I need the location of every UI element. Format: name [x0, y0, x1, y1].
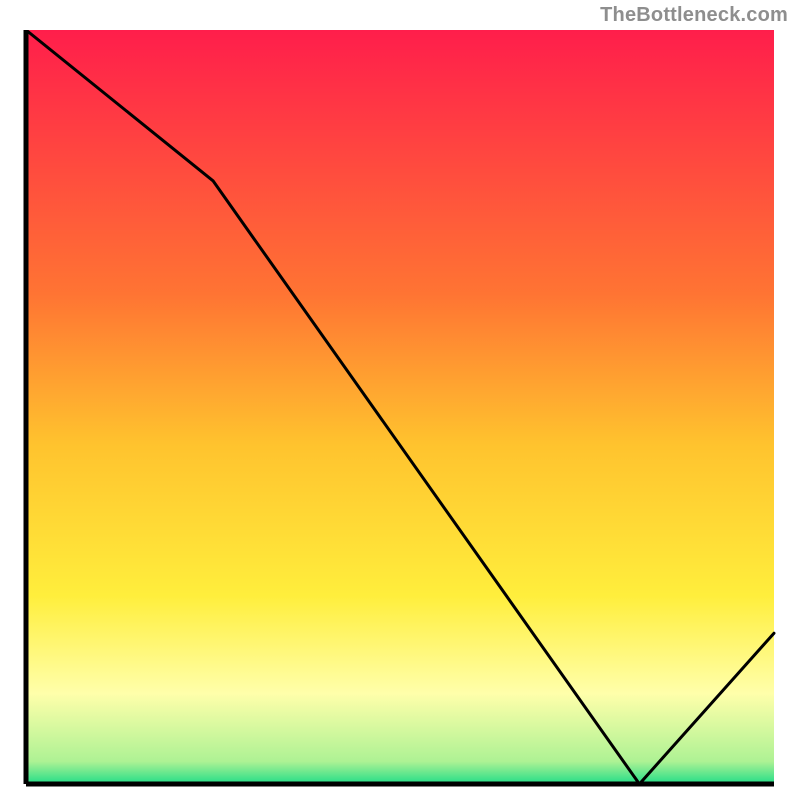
- plot-area: [20, 30, 780, 790]
- line-chart-svg: [20, 30, 780, 790]
- gradient-background: [26, 30, 774, 784]
- watermark-text: TheBottleneck.com: [600, 4, 788, 27]
- chart-frame: TheBottleneck.com: [0, 0, 800, 800]
